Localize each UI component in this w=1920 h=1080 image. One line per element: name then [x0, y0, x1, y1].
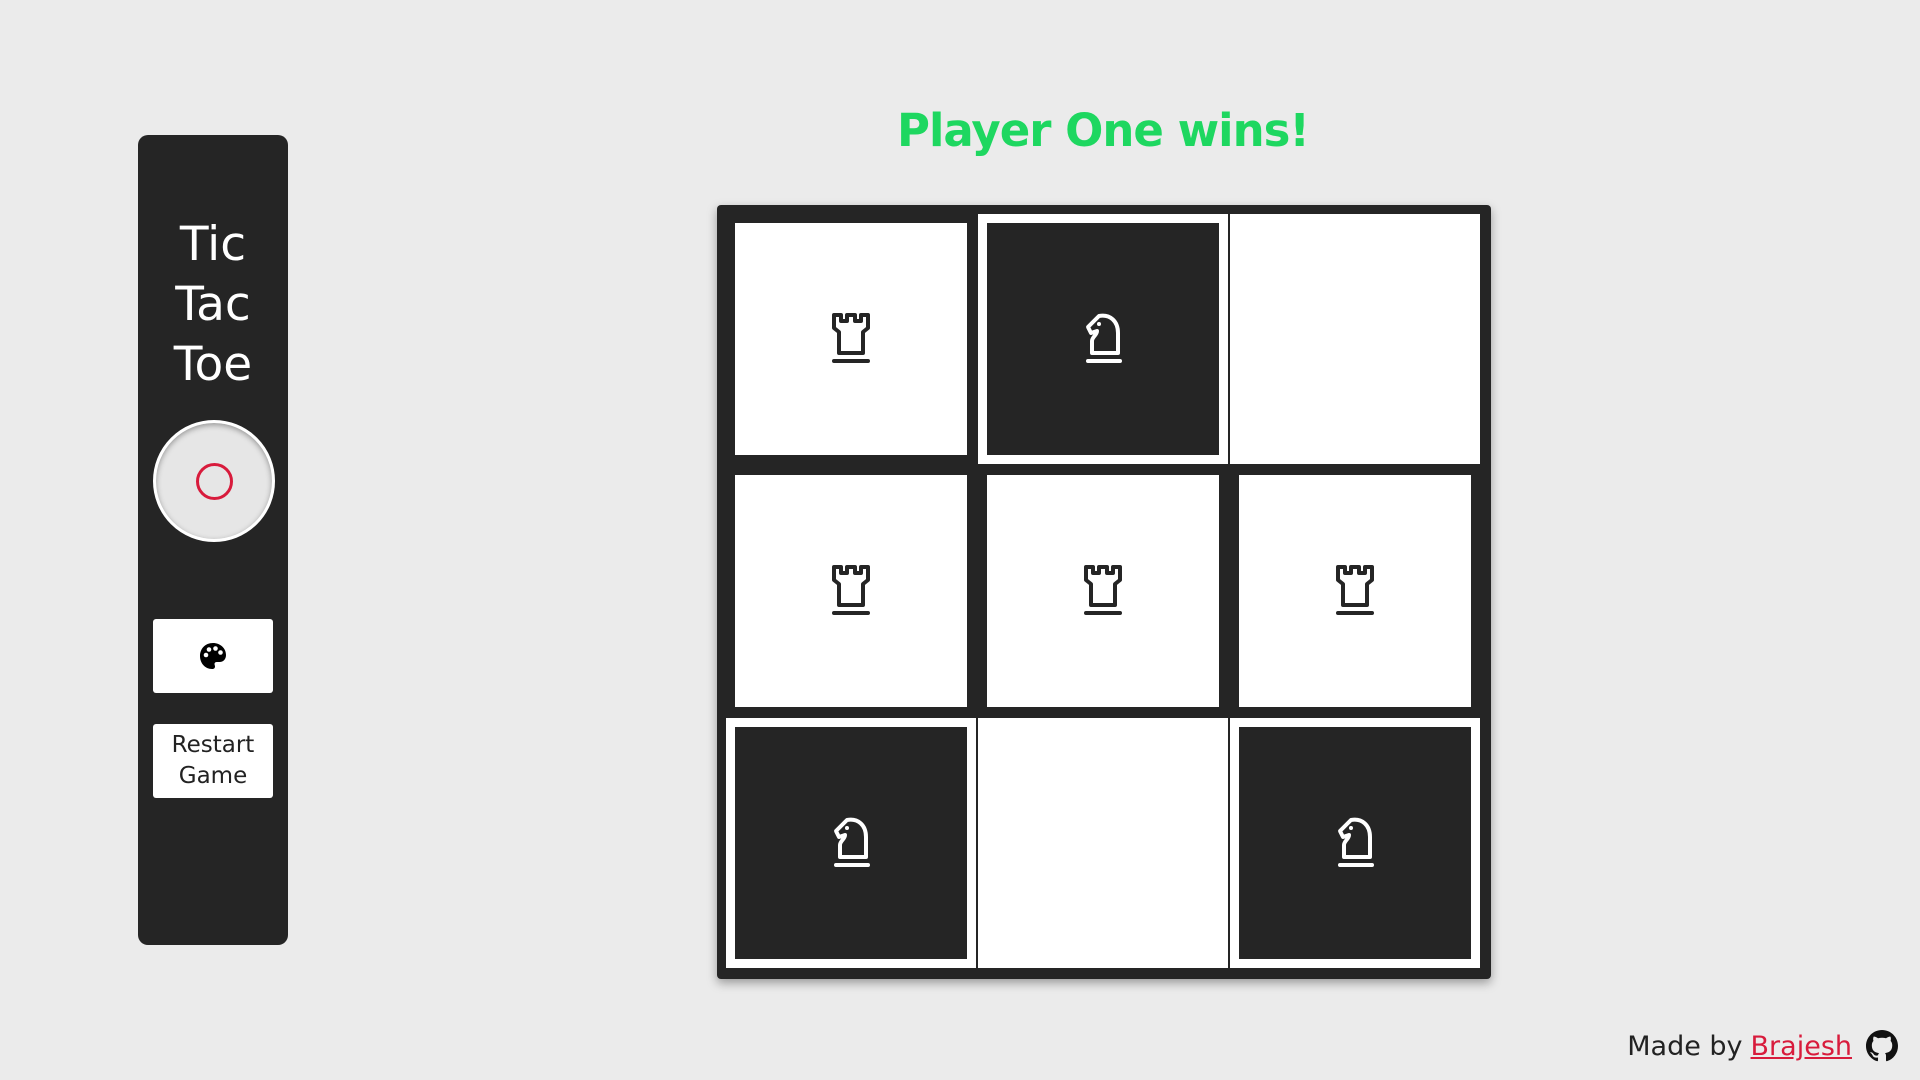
game-board — [717, 205, 1491, 979]
title-line-3: Toe — [173, 337, 253, 392]
title-line-2: Tac — [175, 277, 251, 332]
palette-icon — [200, 643, 226, 669]
board-cell-r2-c0[interactable] — [726, 718, 976, 968]
board-cell-r0-c1[interactable] — [978, 214, 1228, 464]
circle-icon — [196, 463, 233, 500]
game-title: Tic Tac Toe — [138, 215, 288, 395]
board-cell-r2-c1[interactable] — [978, 718, 1228, 968]
restart-label-line-1: Restart — [171, 732, 255, 758]
sidebar: Tic Tac Toe Restart Game — [138, 135, 288, 945]
restart-label-line-2: Game — [178, 763, 248, 789]
knight-icon — [828, 815, 874, 871]
board-cell-r0-c0[interactable] — [735, 223, 967, 455]
game-status-message: Player One wins! — [897, 104, 1310, 157]
turn-indicator — [153, 420, 275, 542]
rook-icon — [1080, 563, 1126, 619]
restart-game-button[interactable]: Restart Game — [153, 724, 273, 798]
github-icon[interactable] — [1866, 1030, 1898, 1062]
theme-button[interactable] — [153, 619, 273, 693]
board-cell-r0-c2[interactable] — [1230, 214, 1480, 464]
title-line-1: Tic — [179, 217, 247, 272]
board-cell-r1-c1[interactable] — [987, 475, 1219, 707]
knight-icon — [1080, 311, 1126, 367]
knight-icon — [1332, 815, 1378, 871]
board-cell-r1-c0[interactable] — [735, 475, 967, 707]
rook-icon — [1332, 563, 1378, 619]
rook-icon — [828, 563, 874, 619]
author-link[interactable]: Brajesh — [1751, 1031, 1852, 1062]
footer: Made by Brajesh — [1627, 1030, 1898, 1062]
made-by-label: Made by — [1627, 1030, 1743, 1062]
board-cell-r2-c2[interactable] — [1230, 718, 1480, 968]
board-cell-r1-c2[interactable] — [1239, 475, 1471, 707]
rook-icon — [828, 311, 874, 367]
